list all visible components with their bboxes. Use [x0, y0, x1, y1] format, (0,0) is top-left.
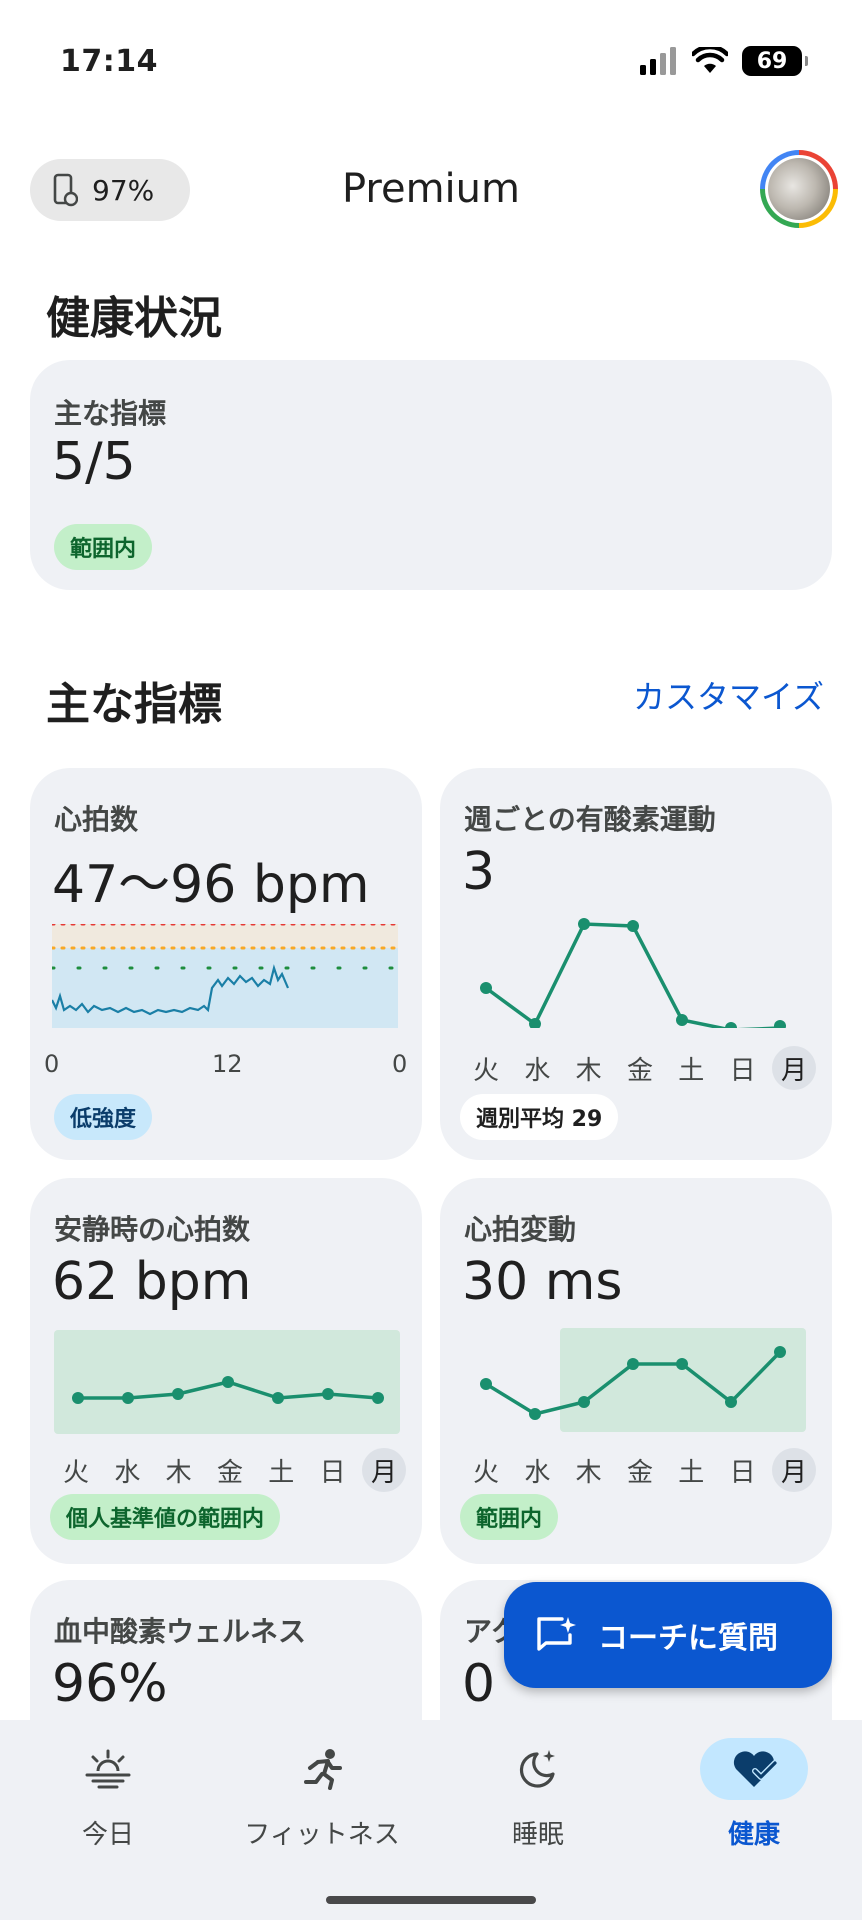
- weekday-label: 金: [626, 1457, 653, 1488]
- avatar[interactable]: [760, 150, 838, 228]
- weekday-label: 日: [729, 1457, 756, 1488]
- weekday-label: 木: [575, 1457, 602, 1488]
- hrv-card[interactable]: 心拍変動 30 ms 火 水 木 金 土 日 月 範囲内: [440, 1178, 832, 1564]
- spo2-label: 血中酸素ウェルネス: [54, 1615, 307, 1648]
- nav-label-fitness: フィットネス: [244, 1820, 400, 1850]
- customize-link[interactable]: カスタマイズ: [633, 672, 824, 718]
- weekly-cardio-card[interactable]: 週ごとの有酸素運動 3 火 水 木 金 土 日 月 週別平均 29: [440, 768, 832, 1160]
- weekday-label: 水: [524, 1457, 551, 1488]
- heart-rate-value: 47〜96 bpm: [52, 855, 370, 915]
- status-icons: 69: [640, 46, 808, 76]
- status-time: 17:14: [60, 44, 158, 79]
- health-status-card-label: 主な指標: [54, 397, 167, 430]
- weekday-label: 火: [472, 1457, 499, 1488]
- home-indicator[interactable]: [326, 1896, 536, 1904]
- nav-label-sleep: 睡眠: [511, 1820, 564, 1850]
- heart-rate-chart: [52, 924, 400, 1028]
- nav-label-today: 今日: [81, 1820, 134, 1850]
- axis-tick: 0: [392, 1050, 408, 1078]
- weekday-label: 土: [678, 1055, 705, 1086]
- health-status-card-value: 5/5: [52, 432, 136, 492]
- ask-coach-button[interactable]: コーチに質問: [504, 1582, 832, 1688]
- nav-item-health[interactable]: 健康: [654, 1738, 854, 1851]
- weekday-label: 土: [678, 1457, 705, 1488]
- weekday-label: 木: [575, 1055, 602, 1086]
- weekday-label: 木: [165, 1457, 192, 1488]
- weekday-label: 水: [524, 1055, 551, 1086]
- weekly-cardio-label: 週ごとの有酸素運動: [464, 803, 716, 836]
- resting-heart-rate-value: 62 bpm: [52, 1252, 252, 1312]
- cellular-signal-icon: [640, 47, 676, 75]
- weekly-average-badge: 週別平均 29: [460, 1094, 619, 1140]
- weekday-label: 土: [268, 1457, 295, 1488]
- spo2-value: 96%: [52, 1654, 168, 1714]
- resting-heart-rate-chart: [54, 1330, 400, 1434]
- bottom-navigation: 今日 フィットネス 睡眠 健康: [0, 1720, 862, 1920]
- chat-sparkle-icon: [537, 1617, 576, 1651]
- ask-coach-label: コーチに質問: [598, 1621, 778, 1656]
- axis-tick: 12: [212, 1050, 243, 1078]
- weekday-label: 金: [626, 1055, 653, 1086]
- profile-photo: [768, 158, 830, 220]
- heart-check-icon: [733, 1751, 777, 1787]
- heart-rate-label: 心拍数: [54, 803, 139, 836]
- hrv-range-badge: 範囲内: [460, 1494, 559, 1540]
- intensity-badge: 低強度: [54, 1094, 153, 1140]
- weekday-label: 火: [472, 1055, 499, 1086]
- weekday-label: 日: [729, 1055, 756, 1086]
- hrv-chart: [480, 1328, 806, 1432]
- weekday-label: 水: [114, 1457, 141, 1488]
- app-header: 97% Premium: [0, 150, 862, 240]
- heart-rate-card[interactable]: 心拍数 47〜96 bpm 0 12 0 低強度: [30, 768, 422, 1160]
- weekly-cardio-value: 3: [462, 842, 496, 902]
- status-bar: 17:14 69: [0, 0, 862, 120]
- heart-rate-axis: 0 12 0: [30, 1050, 422, 1080]
- status-badge: 範囲内: [54, 524, 153, 570]
- weekly-cardio-chart: [480, 918, 786, 1028]
- hrv-label: 心拍変動: [464, 1213, 577, 1246]
- nav-item-fitness[interactable]: フィットネス: [222, 1738, 422, 1851]
- weekday-label: 火: [62, 1457, 89, 1488]
- sunrise-icon: [85, 1749, 131, 1789]
- weekday-label: 日: [319, 1457, 346, 1488]
- baseline-badge: 個人基準値の範囲内: [50, 1494, 281, 1540]
- running-icon: [304, 1749, 342, 1790]
- battery-indicator: 69: [742, 46, 808, 76]
- nav-label-health: 健康: [727, 1820, 780, 1850]
- axis-tick: 0: [44, 1050, 60, 1078]
- wifi-icon: [692, 47, 728, 73]
- resting-heart-rate-label: 安静時の心拍数: [54, 1213, 251, 1246]
- nav-item-today[interactable]: 今日: [8, 1738, 208, 1851]
- weekday-row: 火 水 木 金 土 日 月: [464, 1448, 816, 1492]
- weekday-row: 火 水 木 金 土 日 月: [54, 1448, 406, 1492]
- moon-icon: [519, 1750, 555, 1788]
- nav-item-sleep[interactable]: 睡眠: [438, 1738, 638, 1851]
- weekday-label-today: 月: [361, 1448, 406, 1492]
- resting-heart-rate-card[interactable]: 安静時の心拍数 62 bpm 火 水 木 金 土 日 月 個人基準値の範囲内: [30, 1178, 422, 1564]
- activity-value: 0: [462, 1654, 496, 1714]
- key-metrics-heading: 主な指標: [46, 679, 222, 730]
- hrv-value: 30 ms: [462, 1252, 623, 1312]
- health-status-card[interactable]: 主な指標 5/5 範囲内: [30, 360, 832, 590]
- health-status-heading: 健康状況: [46, 293, 222, 344]
- weekday-label-today: 月: [771, 1046, 816, 1090]
- page-title: Premium: [342, 166, 520, 212]
- weekday-label: 金: [216, 1457, 243, 1488]
- weekday-label-today: 月: [771, 1448, 816, 1492]
- weekday-row: 火 水 木 金 土 日 月: [464, 1046, 816, 1090]
